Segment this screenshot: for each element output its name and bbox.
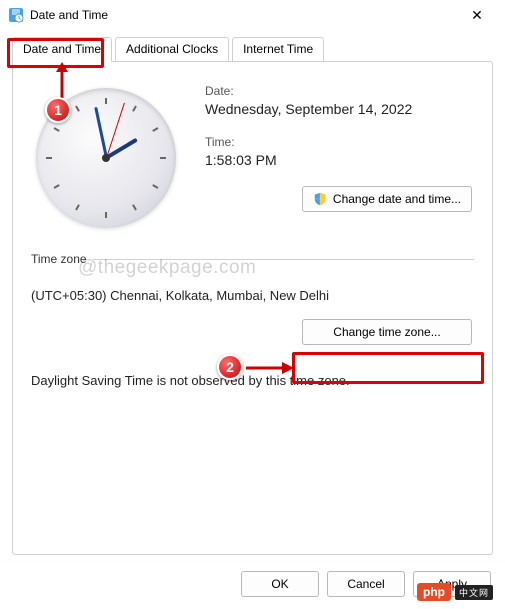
change-date-time-button[interactable]: Change date and time... <box>302 186 472 212</box>
close-button[interactable]: ✕ <box>457 1 497 29</box>
clock-icon <box>8 7 24 23</box>
apply-button[interactable]: Apply <box>413 571 491 597</box>
titlebar: Date and Time ✕ <box>0 0 505 30</box>
tab-additional-clocks[interactable]: Additional Clocks <box>115 37 229 62</box>
tabs-strip: Date and Time Additional Clocks Internet… <box>12 36 493 61</box>
change-date-time-label: Change date and time... <box>333 192 461 206</box>
ok-button[interactable]: OK <box>241 571 319 597</box>
tab-internet-time[interactable]: Internet Time <box>232 37 324 62</box>
timezone-legend: Time zone <box>31 252 93 266</box>
dst-text: Daylight Saving Time is not observed by … <box>31 373 474 388</box>
date-label: Date: <box>205 84 474 98</box>
time-label: Time: <box>205 135 474 149</box>
dialog-content: Date and Time Additional Clocks Internet… <box>0 30 505 555</box>
shield-icon <box>313 192 327 206</box>
change-timezone-button[interactable]: Change time zone... <box>302 319 472 345</box>
tab-panel-date-time: Date: Wednesday, September 14, 2022 Time… <box>12 61 493 555</box>
cancel-button[interactable]: Cancel <box>327 571 405 597</box>
datetime-row: Date: Wednesday, September 14, 2022 Time… <box>31 82 474 228</box>
date-value: Wednesday, September 14, 2022 <box>205 101 474 117</box>
analog-clock <box>31 82 181 228</box>
titlebar-left: Date and Time <box>8 7 108 23</box>
window-title: Date and Time <box>30 8 108 22</box>
timezone-value: (UTC+05:30) Chennai, Kolkata, Mumbai, Ne… <box>31 288 474 303</box>
datetime-info: Date: Wednesday, September 14, 2022 Time… <box>205 82 474 212</box>
tab-date-time[interactable]: Date and Time <box>12 37 112 62</box>
timezone-fieldset: Time zone (UTC+05:30) Chennai, Kolkata, … <box>31 252 474 388</box>
dialog-button-bar: OK Cancel Apply <box>0 560 505 609</box>
time-value: 1:58:03 PM <box>205 152 474 168</box>
